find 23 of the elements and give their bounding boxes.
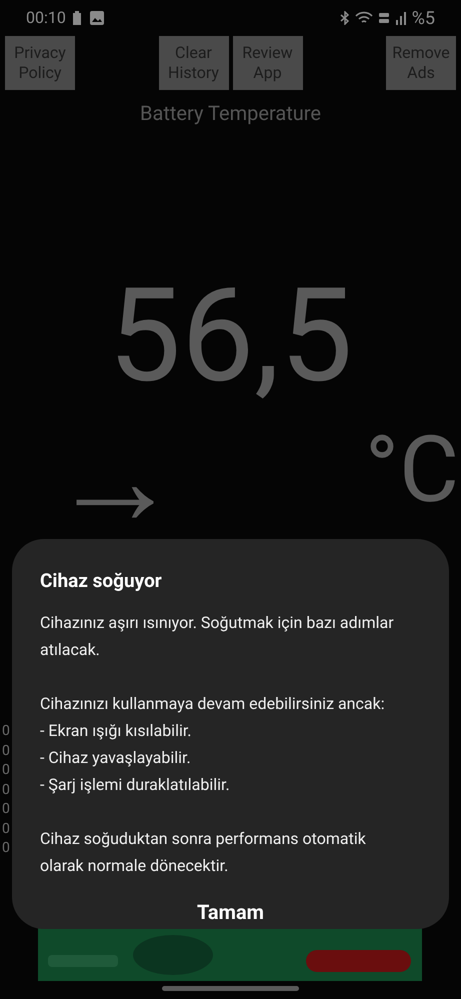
history-value: 0 <box>2 800 10 819</box>
temperature-value: 56,5 <box>108 259 353 412</box>
signal-icon <box>394 11 407 25</box>
trend-arrow: → <box>50 435 180 525</box>
ok-button[interactable]: Tamam <box>185 893 276 931</box>
history-value: 0 <box>2 722 10 741</box>
battery-level: %5 <box>412 6 435 30</box>
image-icon <box>90 11 104 25</box>
dialog-message: Cihazınız aşırı ısınıyor. Soğutmak için bazı adımlar atılacak. <box>40 612 395 661</box>
dialog-message: Cihazınızı kullanmaya devam edebilirsiniz ancak: - Ekran ışığı kısılabilir. - Cihaz yavaşlayabilir. - Şarj işlemi duraklatılabilir. <box>40 693 386 796</box>
wifi-icon <box>354 11 373 25</box>
history-value: 0 <box>2 761 10 780</box>
battery-warning-icon <box>72 10 84 26</box>
dialog-message: Cihaz soğuduktan sonra performans otomatik olarak normale dönecektir. <box>40 828 367 877</box>
unit-label: °C <box>364 431 459 511</box>
screen-title: Battery Temperature <box>140 101 321 125</box>
history-value: 0 <box>2 742 10 760</box>
history-value: 0 <box>2 820 10 838</box>
dialog-title: Cihaz soğuyor <box>40 569 163 593</box>
clock: 00:10 <box>26 7 66 29</box>
history-value: 0 <box>2 780 10 800</box>
bluetooth-icon <box>340 11 350 25</box>
history-value: 0 <box>2 839 10 858</box>
